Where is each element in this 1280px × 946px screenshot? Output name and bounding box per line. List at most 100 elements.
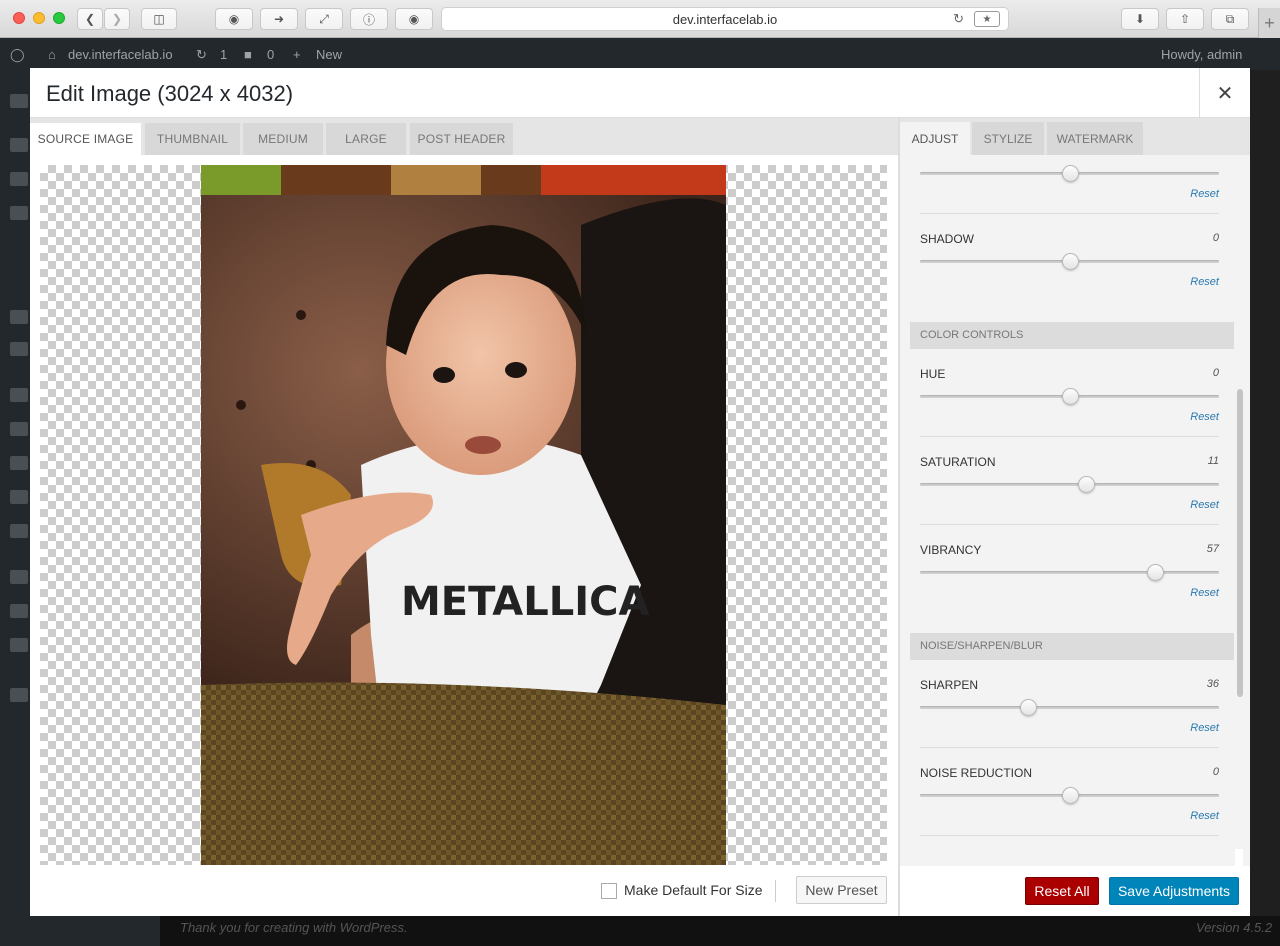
- download-icon[interactable]: ⬇: [1121, 8, 1159, 30]
- circle-icon[interactable]: [10, 688, 28, 702]
- close-window-button[interactable]: [13, 12, 25, 24]
- make-default-label[interactable]: Make Default For Size: [624, 882, 763, 898]
- preview-footer: Make Default For Size New Preset: [30, 866, 898, 916]
- slider-thumb[interactable]: [1061, 253, 1079, 270]
- users-icon[interactable]: [10, 456, 28, 470]
- posts-icon[interactable]: [10, 138, 28, 152]
- noise-sharpen-blur-header: Noise/Sharpen/Blur: [910, 633, 1234, 660]
- modal-header: Edit Image (3024 x 4032) ✕: [30, 68, 1250, 118]
- separator: [920, 747, 1219, 748]
- tab-post-header[interactable]: Post Header: [410, 123, 513, 155]
- tabs-icon[interactable]: ⧉: [1211, 8, 1249, 30]
- noise-reduction-label: Noise Reduction: [920, 766, 1033, 780]
- hue-reset[interactable]: Reset: [1190, 411, 1219, 423]
- reset-all-button[interactable]: Reset All: [1025, 877, 1099, 905]
- vibrancy-label: Vibrancy: [920, 543, 982, 557]
- minimize-window-button[interactable]: [33, 12, 45, 24]
- sidebar-toggle-icon[interactable]: ◫: [141, 8, 177, 30]
- tab-watermark[interactable]: Watermark: [1047, 122, 1143, 155]
- vibrancy-reset[interactable]: Reset: [1190, 587, 1219, 599]
- sharpen-reset[interactable]: Reset: [1190, 722, 1219, 734]
- shadow-reset[interactable]: Reset: [1190, 276, 1219, 288]
- dashboard-icon[interactable]: [10, 94, 28, 108]
- sharpen-label: Sharpen: [920, 678, 979, 692]
- footer-thanks: Thank you for creating with WordPress.: [180, 920, 408, 935]
- slider-thumb[interactable]: [1077, 476, 1095, 493]
- adjust-controls-list[interactable]: Reset Shadow 0 Reset Color Controls Hue …: [900, 155, 1250, 866]
- crop-icon[interactable]: [10, 570, 28, 584]
- vibrancy-slider[interactable]: [920, 564, 1219, 581]
- top-partial-slider[interactable]: [920, 165, 1219, 182]
- updates-count[interactable]: 1: [220, 47, 227, 62]
- tab-adjust[interactable]: Adjust: [900, 122, 970, 155]
- hue-value: 0: [1212, 367, 1219, 379]
- share-arrow-icon[interactable]: ➜: [260, 8, 298, 30]
- comments-menu-icon[interactable]: [10, 342, 28, 356]
- media-icon[interactable]: [10, 172, 28, 186]
- noise-reduction-reset[interactable]: Reset: [1190, 810, 1219, 822]
- gear-icon[interactable]: [10, 604, 28, 618]
- settings-icon[interactable]: [10, 524, 28, 538]
- howdy-text[interactable]: Howdy, admin: [1161, 47, 1242, 62]
- comments-icon: ■: [244, 47, 252, 62]
- saturation-label: Saturation: [920, 455, 996, 469]
- tab-source-image[interactable]: Source Image: [30, 123, 141, 155]
- new-tab-icon[interactable]: +: [1258, 8, 1280, 38]
- saturation-reset[interactable]: Reset: [1190, 499, 1219, 511]
- transparency-canvas: METALLICA: [40, 165, 887, 865]
- slider-thumb[interactable]: [1061, 787, 1079, 804]
- plugins-icon[interactable]: [10, 422, 28, 436]
- fullscreen-icon[interactable]: ⤢: [305, 8, 343, 30]
- tab-medium[interactable]: Medium: [243, 123, 323, 155]
- library-icon[interactable]: [10, 206, 28, 220]
- share-icon[interactable]: ⇧: [1166, 8, 1204, 30]
- new-preset-button[interactable]: New Preset: [796, 876, 887, 904]
- comments-count[interactable]: 0: [267, 47, 274, 62]
- appearance-icon[interactable]: [10, 388, 28, 402]
- password-icon[interactable]: ⓘ: [350, 8, 388, 30]
- top-partial-reset[interactable]: Reset: [1190, 188, 1219, 200]
- ghostery-icon[interactable]: ◉: [395, 8, 433, 30]
- tools-icon[interactable]: [10, 490, 28, 504]
- forward-arrow-icon[interactable]: ❯: [104, 8, 130, 30]
- browser-toolbar: ❮ ❯ ◫ ◉ ➜ ⤢ ⓘ ◉ dev.interfacelab.io ↻ ★ …: [0, 0, 1280, 38]
- new-link[interactable]: New: [316, 47, 342, 62]
- color-controls-header: Color Controls: [910, 322, 1234, 349]
- shadow-label: Shadow: [920, 232, 974, 246]
- hue-slider[interactable]: [920, 388, 1219, 405]
- collapse-icon[interactable]: [10, 638, 28, 652]
- saturation-value: 11: [1207, 455, 1219, 467]
- separator: [920, 213, 1219, 214]
- size-tabs: Source Image Thumbnail Medium Large Post…: [30, 118, 898, 155]
- site-name[interactable]: dev.interfacelab.io: [68, 47, 173, 62]
- saturation-slider[interactable]: [920, 476, 1219, 493]
- noise-reduction-slider[interactable]: [920, 787, 1219, 804]
- shadow-value: 0: [1212, 232, 1219, 244]
- tab-thumbnail[interactable]: Thumbnail: [145, 123, 240, 155]
- wp-admin-bar: ◯ ⌂ dev.interfacelab.io ↻ 1 ■ 0 + New Ho…: [0, 38, 1280, 70]
- scrollbar[interactable]: [1237, 389, 1243, 697]
- extension-icon[interactable]: ◉: [215, 8, 253, 30]
- slider-thumb[interactable]: [1061, 388, 1079, 405]
- address-bar[interactable]: dev.interfacelab.io ↻ ★: [441, 7, 1009, 31]
- zoom-window-button[interactable]: [53, 12, 65, 24]
- tab-large[interactable]: Large: [326, 123, 406, 155]
- sharpen-slider[interactable]: [920, 699, 1219, 716]
- pages-icon[interactable]: [10, 310, 28, 324]
- slider-thumb[interactable]: [1061, 165, 1079, 182]
- shadow-slider[interactable]: [920, 253, 1219, 270]
- tab-stylize[interactable]: Stylize: [972, 122, 1044, 155]
- save-adjustments-button[interactable]: Save Adjustments: [1109, 877, 1239, 905]
- edit-image-modal: Edit Image (3024 x 4032) ✕ Source Image …: [30, 68, 1250, 916]
- noise-reduction-value: 0: [1212, 766, 1219, 778]
- updates-icon: ↻: [196, 47, 207, 62]
- bookmark-icon[interactable]: ★: [974, 11, 1000, 27]
- reload-icon[interactable]: ↻: [953, 11, 964, 27]
- make-default-checkbox[interactable]: [601, 883, 617, 899]
- back-arrow-icon[interactable]: ❮: [77, 8, 103, 30]
- slider-thumb[interactable]: [1019, 699, 1037, 716]
- modal-title: Edit Image (3024 x 4032): [46, 81, 294, 106]
- slider-thumb[interactable]: [1146, 564, 1164, 581]
- plus-icon: +: [293, 47, 301, 62]
- close-icon[interactable]: ✕: [1199, 68, 1250, 118]
